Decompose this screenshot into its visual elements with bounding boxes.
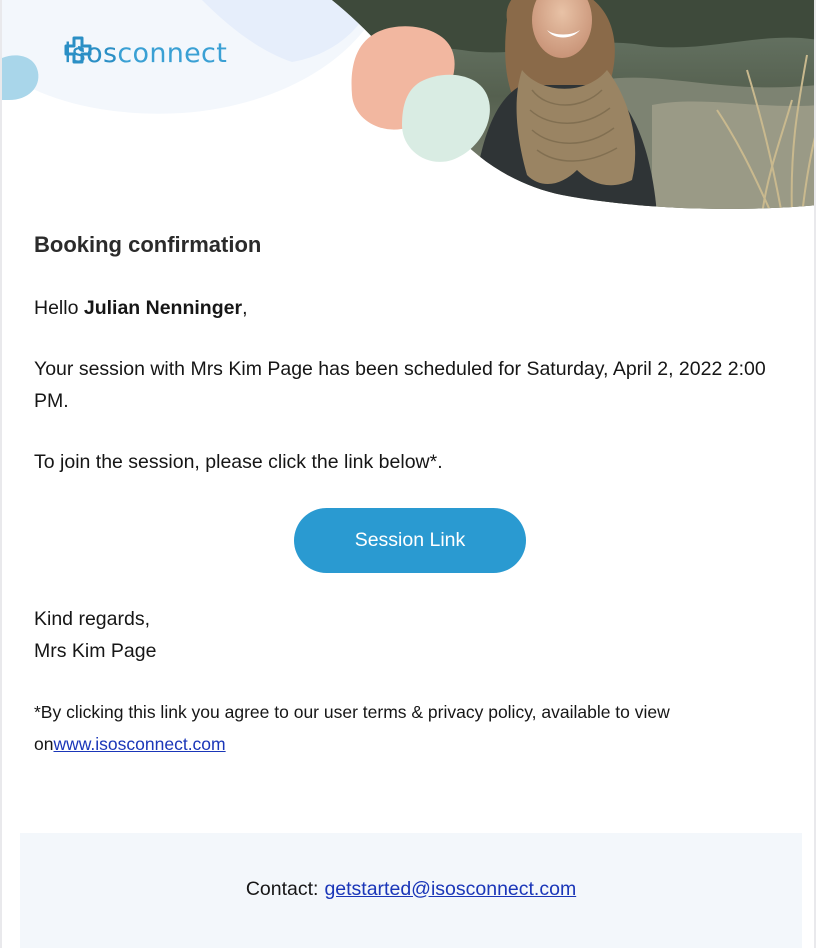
session-link-button[interactable]: Session Link bbox=[294, 508, 526, 573]
greeting-suffix: , bbox=[242, 297, 248, 319]
closing-text: Kind regards, bbox=[34, 608, 150, 630]
header-decoration bbox=[2, 0, 814, 209]
terms-notice: *By clicking this link you agree to our … bbox=[34, 696, 794, 760]
isosconnect-logo[interactable]: isosconnect bbox=[64, 36, 227, 70]
recipient-name: Julian Nenninger bbox=[83, 297, 243, 319]
join-instructions-text: To join the session, please click the li… bbox=[34, 451, 443, 473]
email-footer: Contact: getstarted@isosconnect.com bbox=[20, 833, 802, 948]
website-link[interactable]: www.isosconnect.com bbox=[53, 734, 225, 754]
session-details-text: Your session with Mrs Kim Page has been … bbox=[34, 358, 766, 412]
contact-line: Contact: getstarted@isosconnect.com bbox=[20, 833, 802, 945]
email-heading: Booking confirmation bbox=[34, 232, 262, 257]
greeting-prefix: Hello bbox=[34, 297, 84, 319]
contact-label: Contact: bbox=[245, 877, 319, 900]
greeting-line: Hello Julian Nenninger, bbox=[34, 292, 247, 324]
email-header-banner: isosconnect bbox=[2, 0, 814, 215]
email-page: isosconnect Booking confirmation Hello J… bbox=[0, 0, 816, 948]
plus-leaf-logo-icon bbox=[64, 36, 92, 64]
contact-email-link[interactable]: getstarted@isosconnect.com bbox=[324, 878, 576, 901]
signature-text: Mrs Kim Page bbox=[34, 640, 157, 662]
